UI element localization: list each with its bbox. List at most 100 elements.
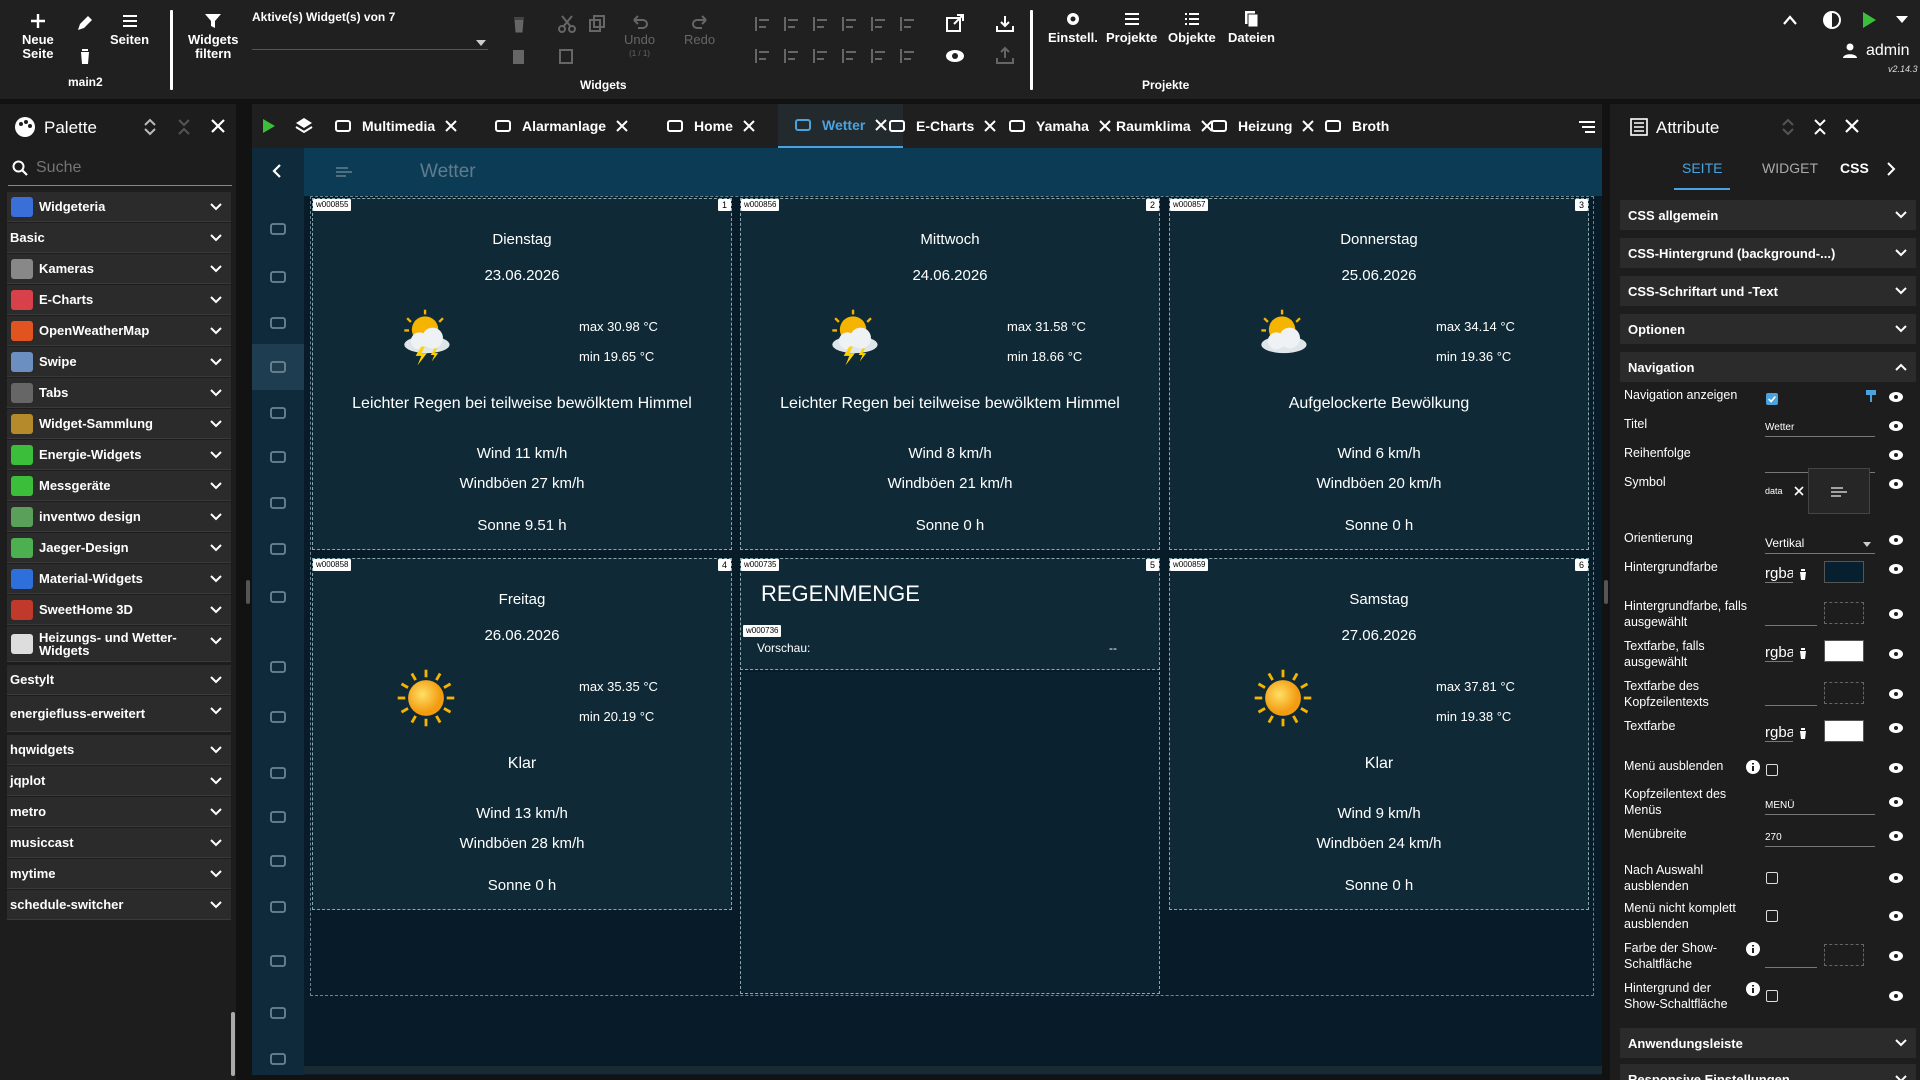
tab-heizung[interactable]: Heizung [1210, 104, 1315, 148]
chevron-left-icon[interactable] [270, 164, 284, 178]
nav-page-icon[interactable] [268, 952, 288, 970]
palette-item[interactable]: energiefluss-erweitert [7, 696, 231, 732]
visibility-eye-icon[interactable] [1888, 420, 1904, 432]
nav-page-icon[interactable] [268, 764, 288, 782]
redo-button[interactable]: Redo [684, 12, 715, 47]
new-page-button[interactable]: Neue Seite [22, 12, 54, 61]
ungroup-icon[interactable] [897, 46, 919, 66]
chevron-right-icon[interactable] [1886, 162, 1896, 176]
section-3[interactable]: Optionen [1620, 314, 1916, 344]
color-swatch[interactable] [1824, 561, 1864, 583]
collapse-all-icon[interactable] [1814, 118, 1826, 136]
attr-tab-widget[interactable]: WIDGET [1754, 160, 1826, 188]
nav-page-icon[interactable] [268, 1004, 288, 1022]
nav-page-icon[interactable] [268, 1050, 288, 1068]
distribute-v-icon[interactable] [839, 46, 861, 66]
color-input[interactable] [1765, 954, 1817, 968]
projects-button[interactable]: Projekte [1106, 10, 1157, 45]
color-value[interactable]: rgba [1765, 565, 1793, 583]
visibility-eye-icon[interactable] [1888, 608, 1904, 620]
palette-item[interactable]: jqplot [7, 766, 231, 796]
objects-button[interactable]: Objekte [1168, 10, 1216, 45]
visibility-eye-icon[interactable] [1888, 391, 1904, 403]
close-icon[interactable] [743, 120, 755, 132]
search-input[interactable] [36, 156, 226, 180]
section-bottom-1[interactable]: Responsive Einstellungen [1620, 1064, 1916, 1080]
trash-icon[interactable] [1798, 647, 1808, 659]
nav-field-value[interactable]: Wetter [1765, 422, 1875, 437]
visibility-eye-icon[interactable] [1888, 648, 1904, 660]
nav-page-icon[interactable] [268, 852, 288, 870]
clipboard-icon[interactable] [556, 46, 578, 66]
nav-field-checkbox[interactable] [1766, 990, 1778, 1002]
open-external-icon[interactable] [944, 14, 966, 34]
symbol-preview[interactable] [1808, 468, 1870, 514]
widgets-filter-button[interactable]: Widgets filtern [188, 12, 238, 61]
tabs-menu-icon[interactable] [1578, 120, 1596, 134]
nav-page-icon[interactable] [268, 588, 288, 606]
close-icon[interactable] [445, 120, 457, 132]
color-input[interactable] [1765, 692, 1817, 706]
settings-button[interactable]: Einstell. [1048, 10, 1098, 45]
nav-page-icon[interactable] [268, 314, 288, 332]
collapse-all-icon[interactable] [178, 118, 190, 136]
palette-item[interactable]: inventwo design [7, 502, 231, 532]
visibility-eye-icon[interactable] [1888, 688, 1904, 700]
nav-page-icon[interactable] [268, 898, 288, 916]
nav-field-checkbox[interactable] [1766, 910, 1778, 922]
nav-field-value[interactable]: MENÜ [1765, 800, 1875, 815]
palette-item[interactable]: hqwidgets [7, 735, 231, 765]
tab-wetter[interactable]: Wetter [778, 104, 904, 148]
theme-icon[interactable] [1820, 8, 1844, 32]
nav-field-value[interactable]: 270 [1765, 832, 1875, 847]
close-icon[interactable] [1099, 120, 1111, 132]
color-value[interactable]: rgba [1765, 724, 1793, 742]
palette-item[interactable]: Material-Widgets [7, 564, 231, 594]
nav-page-icon[interactable] [268, 494, 288, 512]
visibility-eye-icon[interactable] [1888, 762, 1904, 774]
nav-page-icon[interactable] [268, 448, 288, 466]
palette-item[interactable]: Kameras [7, 254, 231, 284]
align-v-center-icon[interactable] [868, 46, 890, 66]
close-icon[interactable] [1302, 120, 1315, 132]
palette-item[interactable]: SweetHome 3D [7, 595, 231, 625]
color-swatch-empty[interactable] [1824, 682, 1864, 704]
tab-yamaha[interactable]: Yamaha [1008, 104, 1111, 148]
undo-button[interactable]: Undo (1 / 1) [624, 12, 655, 58]
copy-icon[interactable] [586, 14, 608, 34]
align-left-icon[interactable] [752, 14, 774, 34]
nav-page-icon[interactable] [268, 268, 288, 286]
visibility-eye-icon[interactable] [1888, 990, 1904, 1002]
info-icon[interactable] [1746, 942, 1760, 956]
pages-button[interactable]: Seiten [110, 12, 149, 47]
palette-item[interactable]: Messgeräte [7, 471, 231, 501]
nav-page-icon[interactable] [252, 344, 304, 390]
delete-icon[interactable] [508, 14, 530, 34]
nav-field-checkbox[interactable] [1766, 393, 1778, 405]
tab-raumklima[interactable]: Raumklima [1116, 104, 1213, 148]
group-icon[interactable] [897, 14, 919, 34]
nav-page-icon[interactable] [268, 808, 288, 826]
palette-item[interactable]: Basic [7, 223, 231, 253]
attr-tab-css[interactable]: CSS [1832, 160, 1877, 188]
visibility-eye-icon[interactable] [1888, 910, 1904, 922]
palette-item[interactable]: Energie-Widgets [7, 440, 231, 470]
align-top-icon[interactable] [781, 14, 803, 34]
palette-item[interactable]: metro [7, 797, 231, 827]
visibility-eye-icon[interactable] [1888, 796, 1904, 808]
palette-scrollbar[interactable] [231, 1012, 235, 1076]
palette-item[interactable]: schedule-switcher [7, 890, 231, 920]
export-icon[interactable] [994, 46, 1016, 66]
tab-multimedia[interactable]: Multimedia [334, 104, 457, 148]
visibility-eye-icon[interactable] [1888, 722, 1904, 734]
nav-page-icon[interactable] [268, 540, 288, 558]
tab-broth[interactable]: Broth [1324, 104, 1389, 148]
section-bottom-0[interactable]: Anwendungsleiste [1620, 1028, 1916, 1058]
color-value[interactable]: rgba [1765, 644, 1793, 662]
distribute-h-icon[interactable] [839, 14, 861, 34]
section-1[interactable]: CSS-Hintergrund (background-...) [1620, 238, 1916, 268]
format-paint-icon[interactable] [1864, 389, 1878, 403]
visibility-eye-icon[interactable] [1888, 872, 1904, 884]
visibility-eye-icon[interactable] [1888, 449, 1904, 461]
canvas-hscrollbar[interactable] [304, 1066, 1602, 1074]
